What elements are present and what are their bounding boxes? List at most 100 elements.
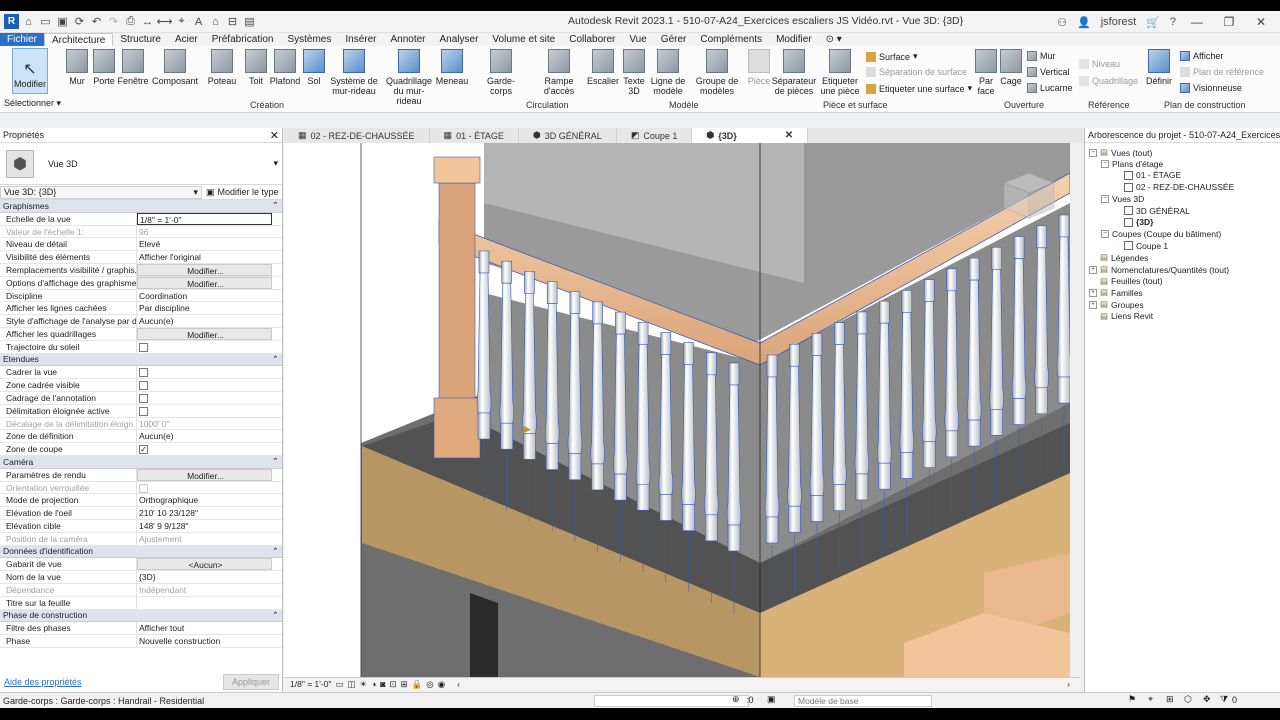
select-dropdown[interactable]: Sélectionner ▾	[4, 98, 61, 109]
set-work-plane-button[interactable]: Définir	[1146, 49, 1172, 86]
property-value[interactable]: Aucun(e)	[137, 315, 282, 327]
window-button[interactable]: Fenêtre	[117, 49, 149, 86]
browser-item[interactable]: − ▤ Vues (tout)	[1089, 147, 1152, 158]
property-value[interactable]: Aucun(e)	[137, 430, 282, 442]
tab-insert[interactable]: Insérer	[338, 33, 383, 46]
property-value[interactable]: Par discipline	[137, 302, 282, 314]
checkbox[interactable]	[139, 368, 148, 378]
property-value[interactable]: 148' 9 9/128"	[137, 520, 282, 532]
select-by-face-icon[interactable]: ⬡	[1184, 694, 1192, 705]
tab-analyze[interactable]: Analyser	[433, 33, 486, 46]
tab-annotate[interactable]: Annoter	[383, 33, 432, 46]
checkbox[interactable]	[139, 342, 148, 352]
column-button[interactable]: Poteau	[208, 49, 236, 86]
binoculars-icon[interactable]: ⚇	[1057, 16, 1067, 29]
property-value[interactable]: Modifier...	[137, 468, 272, 481]
browser-item[interactable]: 3D GÉNÉRAL	[1113, 206, 1190, 216]
cart-icon[interactable]: 🛒	[1146, 16, 1160, 29]
collapse-icon[interactable]: ⌃	[272, 200, 279, 211]
view-cube[interactable]	[1002, 172, 1056, 219]
property-value[interactable]: 1000' 0"	[137, 418, 282, 430]
mullion-button[interactable]: Meneau	[436, 49, 468, 86]
home-icon[interactable]: ⌂	[21, 14, 36, 29]
tab-view[interactable]: Vue	[622, 33, 653, 46]
expand-icon[interactable]: −	[1101, 229, 1109, 238]
tag-icon[interactable]: ⌖	[174, 14, 189, 29]
ref-plane-button[interactable]: Plan de référence	[1180, 67, 1264, 77]
model-text-button[interactable]: Texte 3D	[622, 49, 646, 96]
collapse-icon[interactable]: ⌃	[272, 354, 279, 365]
tab-view-3d-general[interactable]: ⬢ 3D GÉNÉRAL	[519, 128, 617, 143]
measure-icon[interactable]: ↔	[140, 14, 155, 29]
browser-item[interactable]: + ▤ Nomenclatures/Quantités (tout)	[1089, 264, 1229, 275]
reveal-hidden-icon[interactable]: ◉	[438, 679, 445, 690]
shadows-icon[interactable]: ◑	[371, 679, 376, 689]
sections-icon[interactable]: ⊟	[225, 14, 240, 29]
railing-button[interactable]: Garde-corps	[477, 49, 525, 96]
property-value[interactable]: 96	[137, 226, 282, 238]
browser-item[interactable]: Coupe 1	[1113, 241, 1168, 251]
browser-item[interactable]: + ▤ Familles	[1089, 287, 1143, 298]
edit-type-button[interactable]: Modifier le type	[218, 187, 279, 197]
apply-button[interactable]: Appliquer	[222, 674, 279, 690]
browser-item[interactable]: + ▤ Groupes	[1089, 299, 1144, 310]
room-button[interactable]: Pièce	[748, 49, 770, 86]
expand-icon[interactable]: +	[1089, 300, 1097, 309]
show-plane-button[interactable]: Afficher	[1180, 51, 1223, 61]
checkbox[interactable]	[139, 406, 148, 416]
sun-path-icon[interactable]: ☀	[360, 679, 368, 690]
wall-opening-button[interactable]: Mur	[1027, 51, 1056, 61]
3d-view-icon[interactable]: ⌂	[208, 14, 223, 29]
floor-button[interactable]: Sol	[303, 49, 325, 86]
tab-file[interactable]: Fichier	[0, 33, 45, 46]
close-window-button[interactable]: ✕	[1250, 15, 1272, 29]
properties-help-link[interactable]: Aide des propriétés	[4, 677, 82, 687]
worksharing-icon[interactable]: ⚑	[1128, 694, 1136, 705]
browser-item[interactable]: − Coupes (Coupe du bâtiment)	[1101, 229, 1221, 239]
tab-manage[interactable]: Gérer	[654, 33, 694, 46]
checkbox[interactable]	[139, 393, 148, 403]
browser-item[interactable]: ▤ Feuilles (tout)	[1089, 276, 1163, 287]
tab-structure[interactable]: Structure	[113, 33, 168, 46]
property-section[interactable]: Données d'identification ⌃	[0, 545, 282, 559]
tab-addins[interactable]: Compléments	[693, 33, 769, 46]
tab-prefabrication[interactable]: Préfabrication	[205, 33, 281, 46]
3d-viewport[interactable]: ➤	[284, 143, 1070, 677]
minimize-button[interactable]: —	[1186, 15, 1208, 29]
vertical-opening-button[interactable]: Vertical	[1027, 67, 1070, 77]
property-value[interactable]: Afficher tout	[137, 622, 282, 634]
tag-area-button[interactable]: Etiqueter une surface ▾	[866, 83, 972, 94]
door-button[interactable]: Porte	[93, 49, 115, 86]
open-icon[interactable]: ▭	[38, 14, 53, 29]
detail-level-icon[interactable]: ▭	[335, 679, 343, 690]
roof-button[interactable]: Toit	[245, 49, 267, 86]
help-icon[interactable]: ?	[1170, 16, 1176, 28]
modify-button[interactable]: ↖ Modifier	[12, 48, 48, 94]
filter-icon[interactable]: ⧩	[1220, 694, 1228, 705]
ceiling-button[interactable]: Plafond	[270, 49, 300, 86]
chevron-left-icon[interactable]: ‹	[457, 679, 460, 689]
tab-massing-site[interactable]: Volume et site	[485, 33, 562, 46]
design-option-dropdown[interactable]: Modèle de base	[794, 695, 932, 707]
chevron-down-icon[interactable]: ▾	[273, 158, 278, 169]
visual-style-icon[interactable]: ◫	[347, 679, 355, 690]
redo-icon[interactable]: ↷	[106, 14, 121, 29]
property-value[interactable]: Afficher l'original	[137, 251, 282, 263]
crop-icon[interactable]: ⊡	[389, 679, 396, 690]
type-selector[interactable]: ⬢ Vue 3D ▾	[0, 143, 282, 185]
property-value[interactable]: Coordination	[137, 290, 282, 302]
area-boundary-button[interactable]: Séparation de surface	[866, 67, 967, 77]
property-value[interactable]: Elevé	[137, 238, 282, 250]
view-scale[interactable]: 1/8" = 1'-0"	[290, 679, 331, 689]
chevron-right-icon[interactable]: ›	[1067, 679, 1070, 689]
tab-view-rdc[interactable]: ▦ 02 - REZ-DE-CHAUSSÉE	[284, 128, 430, 143]
instance-dropdown[interactable]: Vue 3D: {3D} ▾	[0, 185, 202, 199]
undo-icon[interactable]: ↶	[89, 14, 104, 29]
viewport-scrollbar[interactable]	[1070, 143, 1080, 677]
save-icon[interactable]: ▣	[55, 14, 70, 29]
expand-icon[interactable]: +	[1089, 288, 1097, 297]
area-button[interactable]: Surface ▾	[866, 51, 918, 62]
grid-button[interactable]: Quadrillage	[1079, 76, 1138, 86]
restore-button[interactable]: ❐	[1218, 15, 1240, 29]
expand-icon[interactable]: +	[1089, 265, 1097, 274]
